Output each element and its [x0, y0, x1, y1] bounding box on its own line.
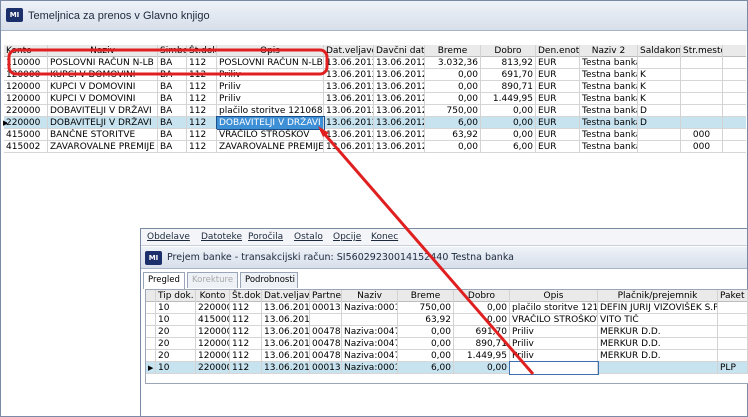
annotation-overlay — [7, 48, 535, 375]
annotation-highlight-ellipse — [7, 48, 329, 76]
annotation-arrow-line — [319, 129, 535, 375]
